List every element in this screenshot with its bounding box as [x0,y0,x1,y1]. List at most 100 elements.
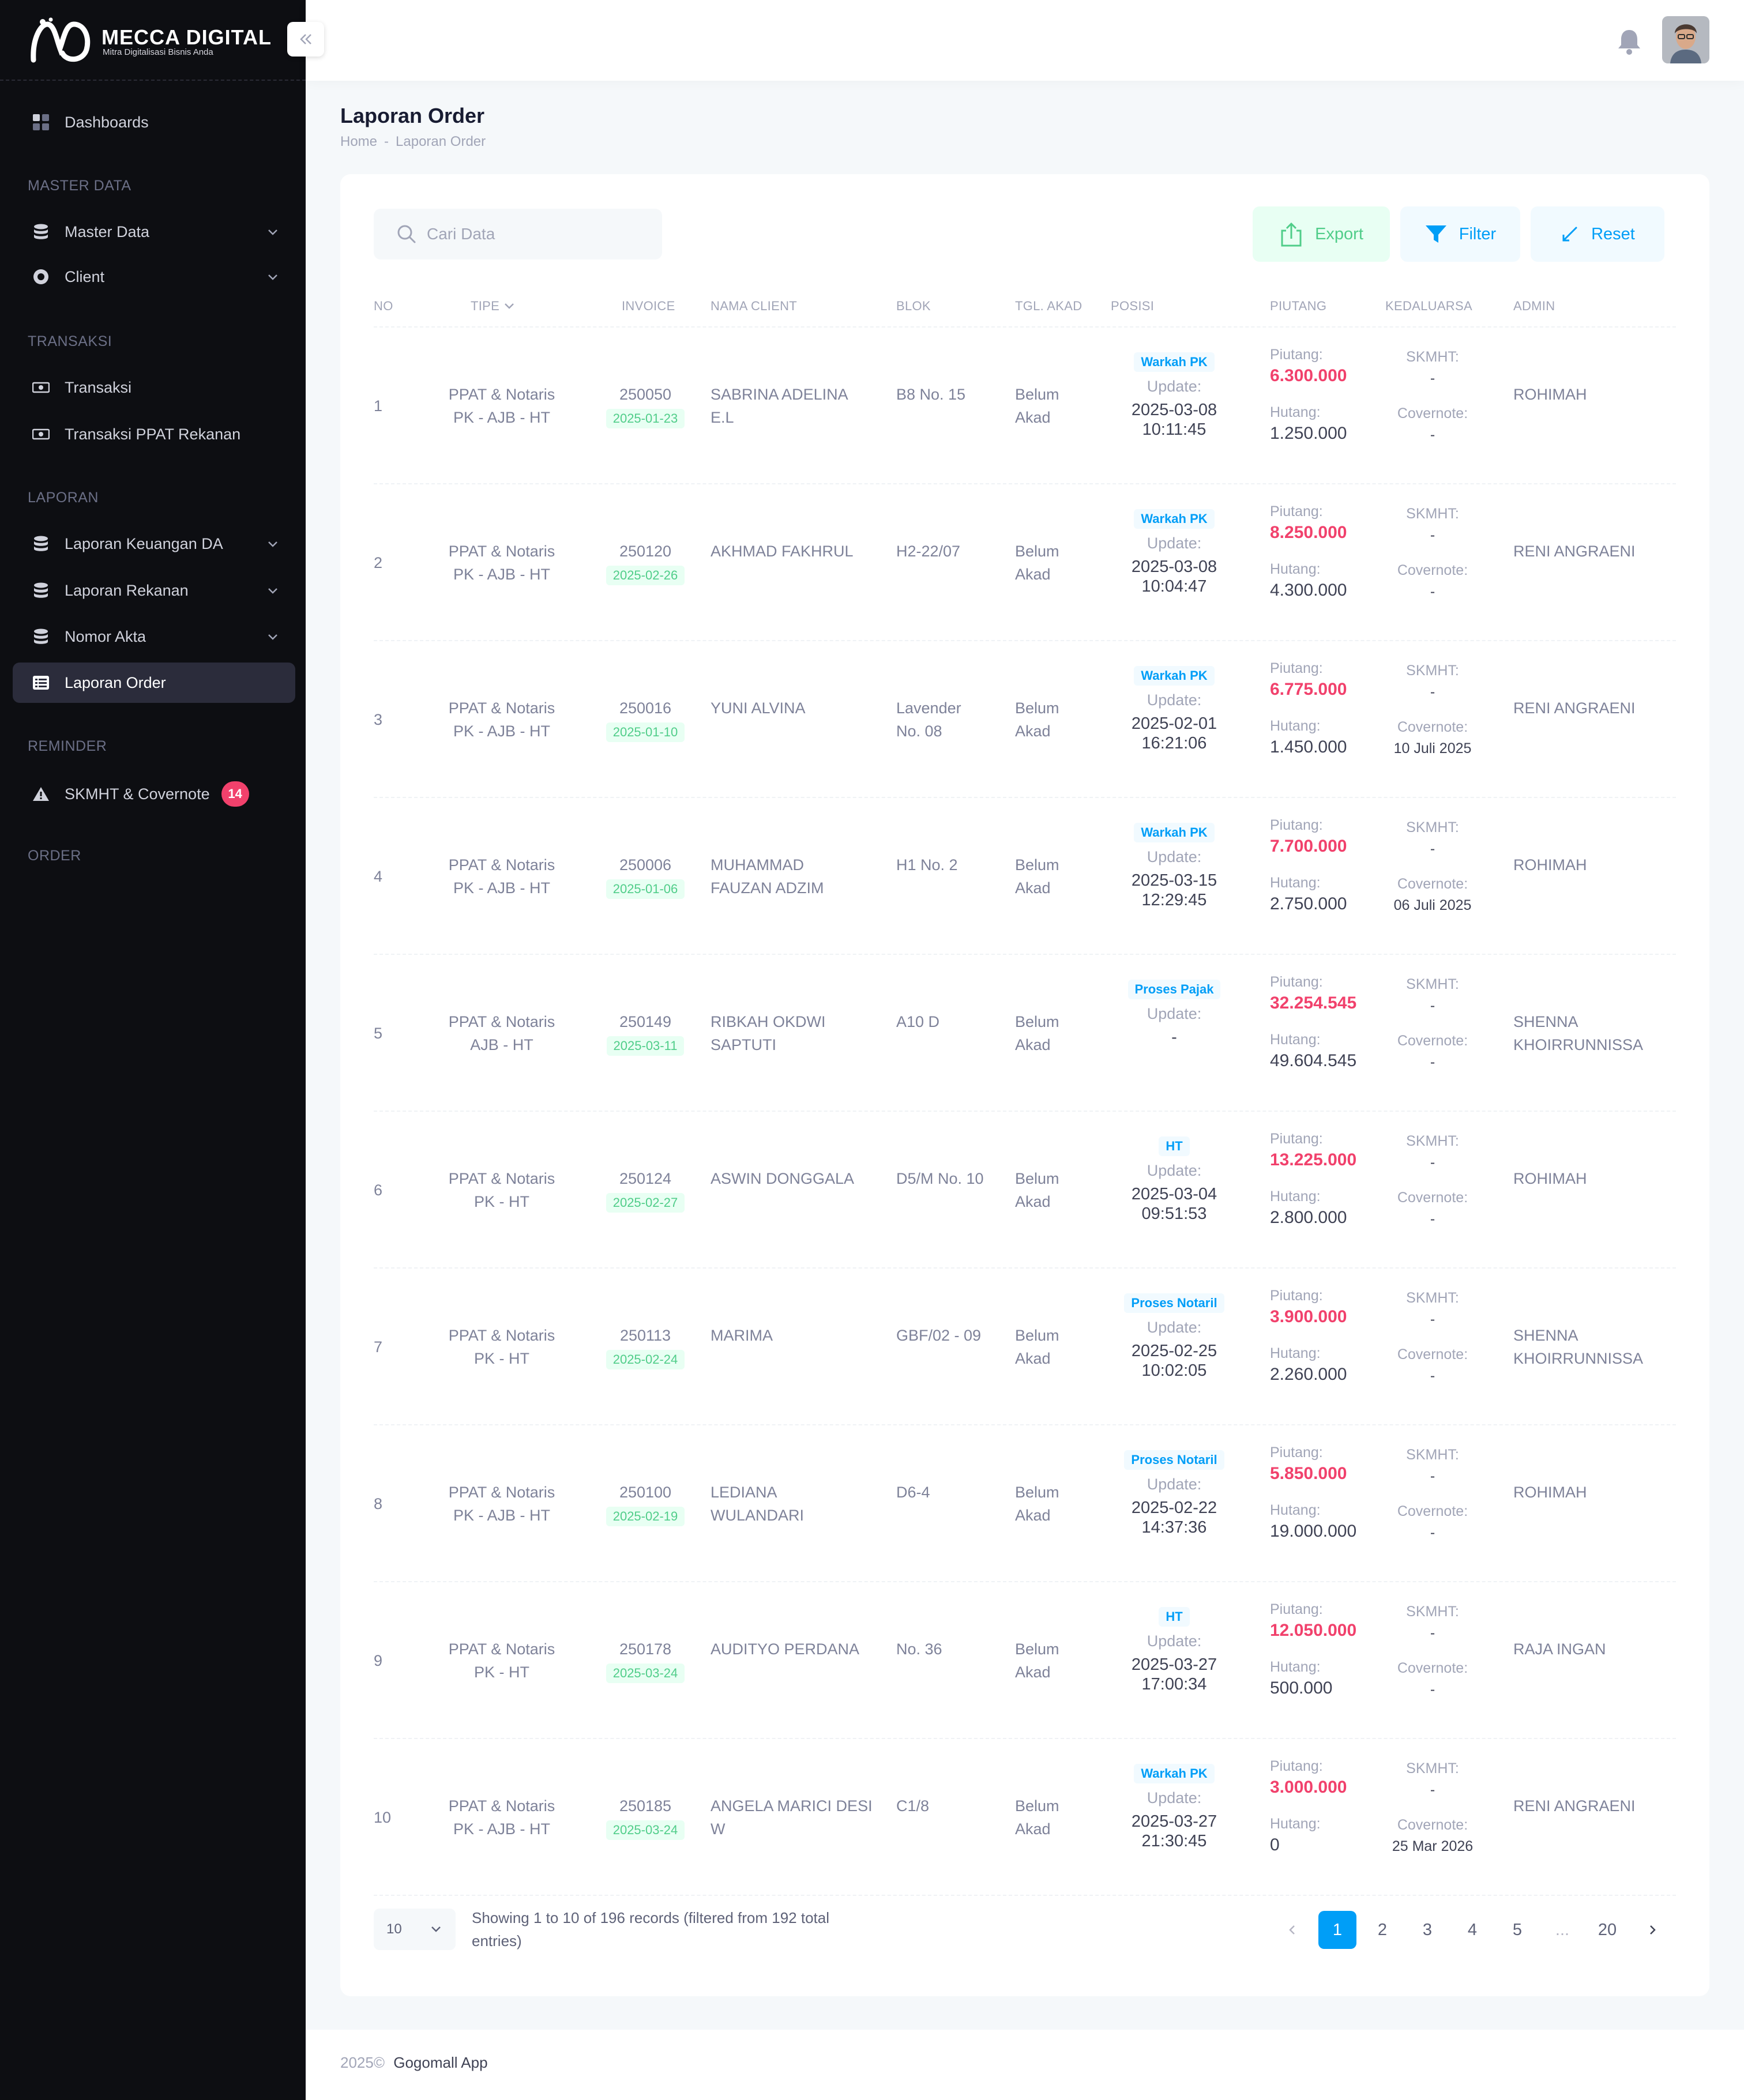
row-tipe-line2: AJB - HT [470,1036,533,1053]
table-row[interactable]: 8 PPAT & Notaris PK - AJB - HT 250100 2025-0… [374,1425,1676,1582]
user-avatar[interactable] [1662,16,1709,63]
col-tgl-akad[interactable]: TGL. AKAD [1015,299,1082,314]
pagination-page-5[interactable]: 5 [1498,1911,1536,1949]
col-posisi[interactable]: POSISI [1111,299,1154,314]
footer-app-link[interactable]: Gogomall App [393,2054,487,2071]
pagination-next[interactable] [1633,1911,1671,1949]
invoice-number[interactable]: 250124 [591,1167,700,1190]
skmht-value: - [1430,1625,1435,1641]
per-page-select[interactable]: 10 [374,1909,456,1950]
row-no: 3 [374,711,383,728]
covernote-value: - [1430,1525,1435,1541]
pagination-page-20[interactable]: 20 [1588,1911,1626,1949]
akad-line1: Belum [1015,1797,1059,1815]
sidebar-item-transaksi[interactable]: Transaksi [13,367,295,408]
sidebar-item-label: Client [65,268,105,285]
sidebar-item-skmht-covernote[interactable]: SKMHT & Covernote 14 [13,774,295,814]
export-button[interactable]: Export [1253,206,1390,262]
hutang-value: 2.750.000 [1270,894,1347,913]
table-row[interactable]: 7 PPAT & Notaris PK - HT 250113 2025-02-24 MA… [374,1269,1676,1425]
sidebar-item-laporan-rekanan[interactable]: Laporan Rekanan [13,570,295,611]
reset-label: Reset [1591,224,1635,243]
table-row[interactable]: 9 PPAT & Notaris PK - HT 250178 2025-03-24 AU… [374,1582,1676,1739]
col-no[interactable]: NO [374,299,393,314]
row-invoice: 250016 2025-01-10 [591,697,700,743]
sidebar-item-laporan-keuangan-da[interactable]: Laporan Keuangan DA [13,524,295,564]
sort-chevron-down-icon [504,303,514,309]
money-icon [32,426,50,443]
posisi-update-time: 16:21:06 [1141,734,1207,752]
client-name-line2: WULANDARI [711,1507,805,1524]
col-admin[interactable]: ADMIN [1513,299,1555,314]
sidebar-item-nomor-akta[interactable]: Nomor Akta [13,616,295,657]
table-row[interactable]: 4 PPAT & Notaris PK - AJB - HT 250006 2025-0… [374,798,1676,955]
row-tgl-akad: Belum Akad [1015,1010,1059,1056]
table-row[interactable]: 3 PPAT & Notaris PK - AJB - HT 250016 2025-0… [374,641,1676,798]
posisi-update-time: 10:02:05 [1141,1361,1207,1380]
row-no: 2 [374,554,383,571]
hutang-value: 49.604.545 [1270,1051,1357,1070]
sidebar-item-dashboards[interactable]: Dashboards [13,102,295,142]
row-tipe-line1: PPAT & Notaris [448,1797,555,1815]
posisi-update-label: Update: [1147,1005,1202,1022]
invoice-number[interactable]: 250016 [591,697,700,720]
search-input[interactable] [427,225,646,243]
sidebar-item-label: Transaksi PPAT Rekanan [65,425,241,443]
sidebar-item-laporan-order[interactable]: Laporan Order [13,663,295,703]
invoice-number[interactable]: 250100 [591,1481,700,1504]
sidebar-collapse-button[interactable] [287,22,324,57]
col-tipe[interactable]: TIPE [471,299,515,314]
footer-text: 2025© Gogomall App [340,2054,488,2072]
row-piutang: Piutang: 5.850.000 Hutang: 19.000.000 [1270,1443,1356,1543]
row-blok: A10 D [896,1010,939,1033]
invoice-number[interactable]: 250113 [591,1324,700,1347]
col-blok[interactable]: BLOK [896,299,931,314]
pagination-prev[interactable] [1273,1911,1311,1949]
table-row[interactable]: 1 PPAT & Notaris PK - AJB - HT 250050 2025-0… [374,328,1676,484]
row-posisi: Warkah PK Update: 2025-02-01 16:21:06 [1114,663,1234,753]
filter-button[interactable]: Filter [1400,206,1520,262]
col-piutang[interactable]: PIUTANG [1270,299,1326,314]
akad-line2: Akad [1015,879,1051,897]
notification-bell-icon[interactable] [1614,27,1645,57]
col-kedaluarsa[interactable]: KEDALUARSA [1385,299,1472,314]
col-invoice[interactable]: INVOICE [622,299,675,314]
table-row[interactable]: 5 PPAT & Notaris AJB - HT 250149 2025-03-11 R… [374,955,1676,1112]
database-icon [32,582,50,599]
covernote-label: Covernote: [1397,1503,1468,1519]
search-box[interactable] [374,209,662,259]
covernote-label: Covernote: [1397,1190,1468,1206]
invoice-number[interactable]: 250050 [591,383,700,406]
client-name-line1: AUDITYO PERDANA [711,1640,860,1658]
warning-icon [32,785,50,803]
sidebar-item-transaksi-ppat-rekanan[interactable]: Transaksi PPAT Rekanan [13,414,295,454]
invoice-number[interactable]: 250185 [591,1794,700,1817]
posisi-update-date: - [1171,1028,1177,1047]
pagination-page-1[interactable]: 1 [1318,1911,1356,1949]
pagination-page-4[interactable]: 4 [1453,1911,1491,1949]
invoice-date-badge: 2025-01-06 [606,879,685,899]
table-row[interactable]: 10 PPAT & Notaris PK - AJB - HT 250185 2025-… [374,1739,1676,1896]
covernote-label: Covernote: [1397,1817,1468,1833]
invoice-number[interactable]: 250120 [591,540,700,563]
row-no: 6 [374,1181,383,1199]
invoice-number[interactable]: 250178 [591,1638,700,1661]
blok-line1: GBF/02 - 09 [896,1327,982,1344]
invoice-number[interactable]: 250006 [591,853,700,876]
invoice-number[interactable]: 250149 [591,1010,700,1033]
sidebar-item-client[interactable]: Client [13,257,295,297]
pagination-page-3[interactable]: 3 [1408,1911,1446,1949]
table-row[interactable]: 6 PPAT & Notaris PK - HT 250124 2025-02-27 AS… [374,1112,1676,1269]
table-row[interactable]: 2 PPAT & Notaris PK - AJB - HT 250120 2025-0… [374,484,1676,641]
row-piutang: Piutang: 3.900.000 Hutang: 2.260.000 [1270,1286,1347,1386]
pagination-page-2[interactable]: 2 [1363,1911,1401,1949]
chevron-down-icon [268,541,277,547]
col-nama-client[interactable]: NAMA CLIENT [711,299,797,314]
row-tgl-akad: Belum Akad [1015,1481,1059,1527]
row-tipe-line1: PPAT & Notaris [448,1327,555,1344]
sidebar-item-master-data[interactable]: Master Data [13,212,295,252]
covernote-value: - [1430,1054,1435,1070]
piutang-value: 5.850.000 [1270,1464,1347,1483]
reset-button[interactable]: Reset [1531,206,1664,262]
breadcrumb-home[interactable]: Home [340,134,377,149]
